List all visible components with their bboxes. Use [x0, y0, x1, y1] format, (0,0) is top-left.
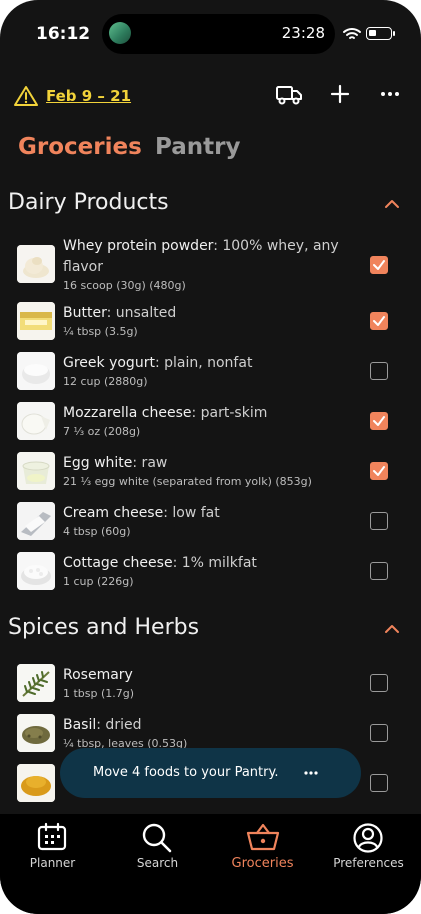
more-options-icon[interactable] [378, 82, 402, 110]
list-item[interactable]: Cream cheese: low fat 4 tbsp (60g) [0, 502, 421, 552]
food-thumbnail [17, 402, 55, 440]
user-circle-icon [353, 823, 383, 853]
nav-planner[interactable]: Planner [0, 814, 105, 884]
search-icon [142, 823, 172, 853]
section-title-spices: Spices and Herbs [8, 615, 200, 640]
dynamic-island[interactable]: 23:28 [102, 14, 335, 54]
food-thumbnail [17, 664, 55, 702]
checkbox-unchecked[interactable] [370, 362, 388, 380]
checkbox-checked[interactable] [370, 312, 388, 330]
list-item[interactable]: Cottage cheese: 1% milkfat 1 cup (226g) [0, 552, 421, 602]
bottom-nav: Planner Search Groceries Preferences [0, 814, 421, 914]
food-thumbnail [17, 452, 55, 490]
food-thumbnail [17, 764, 55, 802]
food-description: : part-skim [191, 405, 268, 421]
food-thumbnail [17, 502, 55, 540]
food-description: : raw [132, 455, 168, 471]
food-name: Rosemary [63, 665, 353, 686]
tab-groceries[interactable]: Groceries [18, 134, 142, 160]
toast-more-icon[interactable] [303, 765, 319, 784]
date-range-link[interactable]: Feb 9 – 21 [46, 87, 131, 105]
list-item[interactable]: Egg white: raw 21 ⅓ egg white (separated… [0, 452, 421, 502]
food-quantity: 4 tbsp (60g) [63, 525, 131, 538]
list-item[interactable]: Mozzarella cheese: part-skim 7 ⅓ oz (208… [0, 402, 421, 452]
checkbox-unchecked[interactable] [370, 674, 388, 692]
food-title: Whey protein powder [63, 238, 214, 254]
checkbox-checked[interactable] [370, 256, 388, 274]
checkbox-unchecked[interactable] [370, 512, 388, 530]
food-description: : unsalted [106, 305, 177, 321]
food-quantity: 12 cup (2880g) [63, 375, 148, 388]
food-name: Cream cheese: low fat [63, 503, 353, 524]
tab-pantry[interactable]: Pantry [155, 134, 240, 160]
nav-preferences[interactable]: Preferences [316, 814, 421, 884]
food-quantity: ¼ tbsp (3.5g) [63, 325, 138, 338]
collapse-chevron-up-icon[interactable] [383, 196, 401, 215]
food-name: Cottage cheese: 1% milkfat [63, 553, 353, 574]
list-item[interactable]: Butter: unsalted ¼ tbsp (3.5g) [0, 302, 421, 352]
food-title: Cream cheese [63, 505, 164, 521]
food-quantity: 1 tbsp (1.7g) [63, 687, 135, 700]
list-item[interactable]: Whey protein powder: 100% whey, any flav… [0, 236, 421, 292]
food-description: : dried [96, 717, 142, 733]
food-title: Basil [63, 717, 97, 733]
status-time: 16:12 [36, 24, 91, 44]
warning-icon[interactable] [14, 85, 38, 111]
food-title: Butter [63, 305, 107, 321]
food-thumbnail [17, 552, 55, 590]
move-to-pantry-toast[interactable]: Move 4 foods to your Pantry. [60, 748, 361, 798]
checkbox-checked[interactable] [370, 412, 388, 430]
food-quantity: 7 ⅓ oz (208g) [63, 425, 141, 438]
app-activity-icon [109, 22, 131, 44]
battery-nub [393, 31, 395, 36]
food-quantity: 1 cup (226g) [63, 575, 134, 588]
nav-search[interactable]: Search [105, 814, 210, 884]
food-quantity: 21 ⅓ egg white (separated from yolk) (85… [63, 475, 312, 488]
collapse-chevron-up-icon[interactable] [383, 621, 401, 640]
checkbox-unchecked[interactable] [370, 724, 388, 742]
food-quantity: 16 scoop (30g) (480g) [63, 279, 186, 292]
food-name: Mozzarella cheese: part-skim [63, 403, 353, 424]
list-item[interactable]: Greek yogurt: plain, nonfat 12 cup (2880… [0, 352, 421, 402]
toast-message: Move 4 foods to your Pantry. [93, 765, 279, 780]
food-name: Basil: dried [63, 715, 353, 736]
food-name: Egg white: raw [63, 453, 353, 474]
delivery-truck-icon[interactable] [276, 84, 302, 110]
food-name: Whey protein powder: 100% whey, any flav… [63, 236, 353, 278]
nav-groceries[interactable]: Groceries [210, 814, 315, 884]
food-description: : low fat [163, 505, 220, 521]
food-name: Greek yogurt: plain, nonfat [63, 353, 353, 374]
food-thumbnail [17, 302, 55, 340]
island-timer: 23:28 [281, 24, 325, 42]
food-title: Egg white [63, 455, 133, 471]
food-title: Cottage cheese [63, 555, 173, 571]
nav-label-preferences: Preferences [333, 856, 404, 870]
nav-label-groceries: Groceries [231, 856, 294, 871]
add-icon[interactable] [330, 82, 350, 110]
food-name: Butter: unsalted [63, 303, 353, 324]
food-thumbnail [17, 352, 55, 390]
food-title: Greek yogurt [63, 355, 155, 371]
list-item[interactable]: Rosemary 1 tbsp (1.7g) [0, 664, 421, 714]
nav-label-planner: Planner [29, 856, 76, 870]
phone-screen: 16:12 23:28 Feb 9 – 21 Groceries Pantry … [0, 0, 421, 914]
food-description: : plain, nonfat [154, 355, 253, 371]
section-title-dairy: Dairy Products [8, 190, 169, 215]
food-title: Mozzarella cheese [63, 405, 192, 421]
checkbox-unchecked[interactable] [370, 774, 388, 792]
calendar-icon [37, 822, 67, 851]
nav-label-search: Search [136, 856, 179, 870]
battery-icon [366, 27, 392, 40]
food-thumbnail [17, 245, 55, 283]
wifi-icon [343, 26, 361, 45]
basket-icon [246, 823, 280, 851]
status-bar: 16:12 23:28 [0, 0, 421, 60]
checkbox-unchecked[interactable] [370, 562, 388, 580]
checkbox-checked[interactable] [370, 462, 388, 480]
food-title: Rosemary [63, 667, 133, 683]
food-thumbnail [17, 714, 55, 752]
food-description: : 1% milkfat [172, 555, 257, 571]
top-header: Feb 9 – 21 [0, 82, 421, 112]
